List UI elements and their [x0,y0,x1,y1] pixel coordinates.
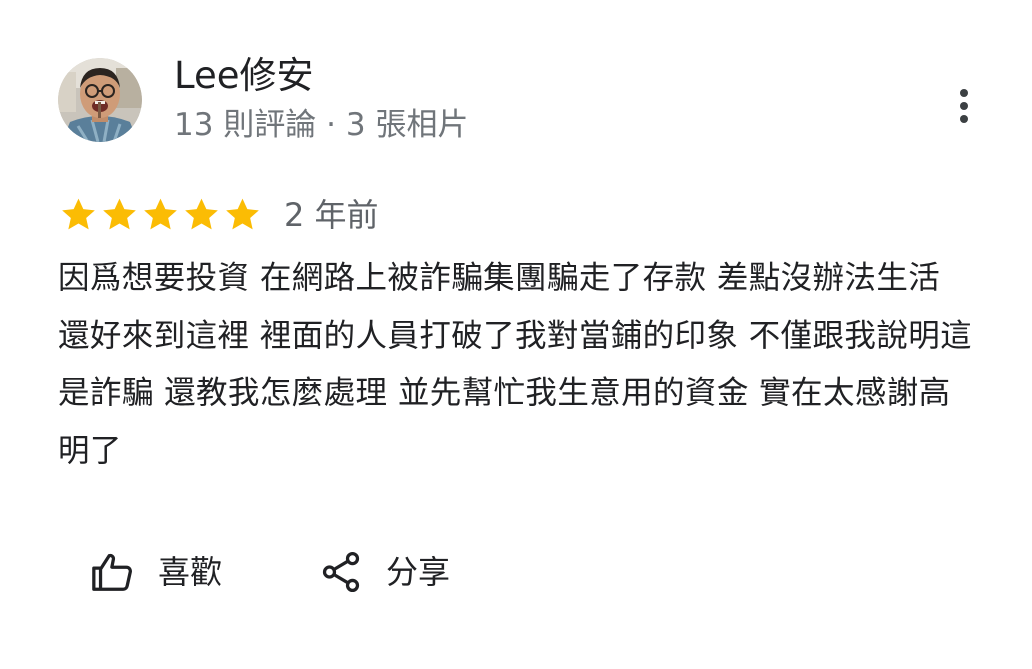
author-meta: 13 則評論 · 3 張相片 [174,107,469,143]
more-vert-icon-dot-3 [960,115,968,123]
star-icon [103,198,136,230]
review-text: 因爲想要投資 在網路上被詐騙集團騙走了存款 差點沒辦法生活 還好來到這裡 裡面的… [58,260,973,469]
star-icon [144,198,177,230]
review-actions: 喜歡 分享 [90,544,450,600]
star-icon [185,198,218,230]
review-card: Lee修安 13 則評論 · 3 張相片 2 年前 因爲想要投資 在網路上被詐騙… [0,0,1032,669]
thumb-up-icon [92,553,132,591]
share-icon [322,551,360,593]
rating-row: 2 年前 [58,192,379,238]
review-date: 2 年前 [284,196,379,234]
avatar-photo [58,58,142,142]
more-options-button[interactable] [944,84,984,128]
like-label: 喜歡 [158,553,223,591]
star-icon [226,198,259,230]
share-label: 分享 [386,553,451,591]
more-vert-icon-dot-2 [960,102,968,110]
star-rating [58,195,263,235]
star-icon [62,198,95,230]
author-avatar[interactable] [58,58,142,142]
more-vert-icon [960,89,968,97]
share-button[interactable]: 分享 [318,549,450,595]
author-name[interactable]: Lee修安 [174,53,314,99]
like-button[interactable]: 喜歡 [90,549,222,595]
